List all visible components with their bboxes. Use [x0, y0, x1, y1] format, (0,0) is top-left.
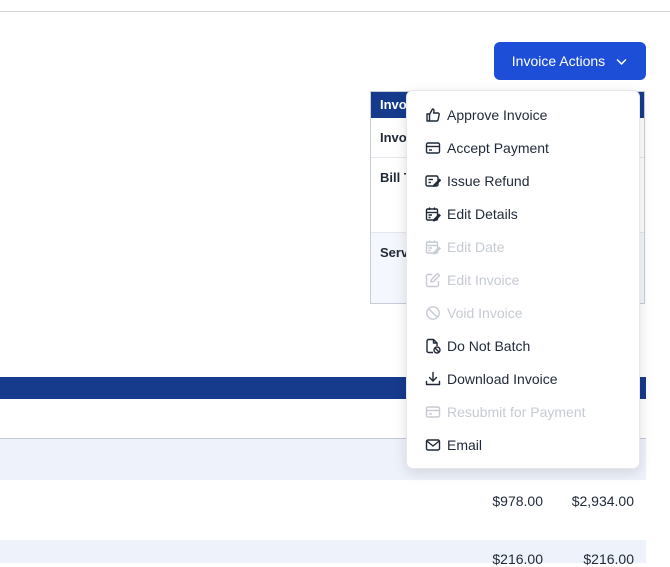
menu-item-download-invoice[interactable]: Download Invoice	[407, 362, 639, 395]
pencil-square-icon	[425, 272, 441, 288]
menu-item-label: Accept Payment	[447, 139, 549, 156]
menu-item-label: Do Not Batch	[447, 337, 531, 354]
row-total: $216.00	[583, 551, 634, 567]
menu-item-label: Void Invoice	[447, 304, 523, 321]
menu-item-edit-invoice[interactable]: Edit Invoice	[407, 263, 639, 296]
row-rate: $978.00	[492, 493, 543, 509]
row-rate: $216.00	[492, 551, 543, 567]
file-block-icon	[425, 338, 441, 354]
menu-item-void-invoice[interactable]: Void Invoice	[407, 296, 639, 329]
invoice-actions-label: Invoice Actions	[511, 53, 606, 69]
menu-item-issue-refund[interactable]: Issue Refund	[407, 164, 639, 197]
menu-item-approve-invoice[interactable]: Approve Invoice	[407, 98, 639, 131]
calendar-edit-icon	[425, 206, 441, 222]
menu-item-accept-payment[interactable]: Accept Payment	[407, 131, 639, 164]
refund-card-icon	[425, 173, 441, 189]
invoice-actions-menu: Approve Invoice Accept Payment Issue Ref…	[406, 90, 640, 469]
menu-item-label: Email	[447, 436, 483, 453]
row-total: $2,934.00	[571, 493, 634, 509]
invoice-actions-button[interactable]: Invoice Actions	[494, 42, 646, 80]
calendar-edit-icon	[425, 239, 441, 255]
menu-item-edit-date[interactable]: Edit Date	[407, 230, 639, 263]
menu-item-label: Approve Invoice	[447, 106, 548, 123]
menu-item-label: Resubmit for Payment	[447, 403, 586, 420]
menu-item-label: Download Invoice	[447, 370, 558, 387]
menu-item-resubmit-for-payment[interactable]: Resubmit for Payment	[407, 395, 639, 428]
credit-card-icon	[425, 404, 441, 420]
ban-icon	[425, 305, 441, 321]
menu-item-label: Edit Details	[447, 205, 518, 222]
header-divider	[0, 11, 670, 12]
download-icon	[425, 371, 441, 387]
menu-item-edit-details[interactable]: Edit Details	[407, 197, 639, 230]
menu-item-label: Edit Invoice	[447, 271, 520, 288]
thumbs-up-icon	[425, 107, 441, 123]
chevron-down-icon	[616, 58, 627, 65]
table-row: $978.00 $2,934.00	[0, 480, 646, 540]
table-row: $216.00 $216.00	[0, 540, 646, 567]
menu-item-do-not-batch[interactable]: Do Not Batch	[407, 329, 639, 362]
menu-item-email[interactable]: Email	[407, 428, 639, 461]
menu-item-label: Edit Date	[447, 238, 505, 255]
credit-card-icon	[425, 140, 441, 156]
menu-item-label: Issue Refund	[447, 172, 530, 189]
envelope-icon	[425, 437, 441, 453]
